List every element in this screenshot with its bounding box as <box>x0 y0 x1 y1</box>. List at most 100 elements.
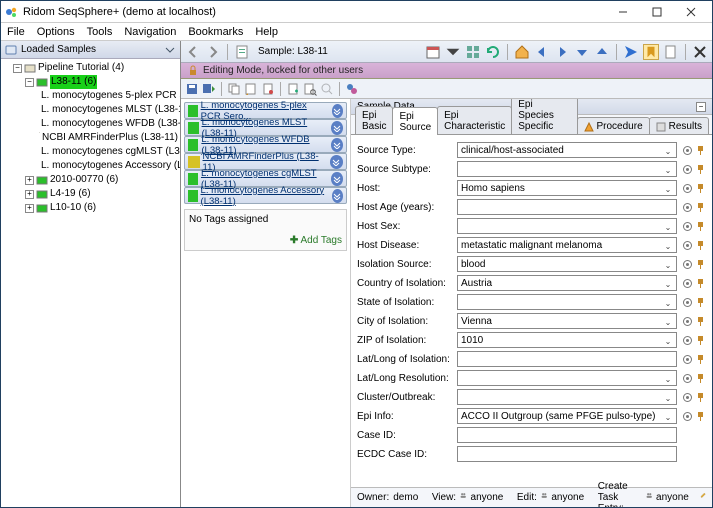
gear-icon[interactable] <box>682 354 693 365</box>
gear-icon[interactable] <box>682 278 693 289</box>
pencil-icon[interactable] <box>700 492 706 504</box>
tree-child[interactable]: L. monocytogenes MLST (L38-11) <box>3 103 178 117</box>
dropdown-icon[interactable] <box>445 44 461 60</box>
gear-icon[interactable] <box>682 164 693 175</box>
field-input[interactable]: ⌄ <box>457 389 677 405</box>
tree-sibling[interactable]: +L10-10 (6) <box>3 201 178 215</box>
back-icon[interactable] <box>185 44 201 60</box>
calendar-icon[interactable] <box>425 44 441 60</box>
chevron-down-icon[interactable]: ⌄ <box>662 183 674 195</box>
new-doc-icon[interactable] <box>286 82 300 96</box>
pin-icon[interactable] <box>695 297 706 308</box>
menu-help[interactable]: Help <box>253 26 280 38</box>
chevron-down-icon[interactable]: ⌄ <box>662 164 674 176</box>
gear-icon[interactable] <box>682 392 693 403</box>
grid-icon[interactable] <box>465 44 481 60</box>
save-next-icon[interactable] <box>202 82 216 96</box>
menu-file[interactable]: File <box>5 26 27 38</box>
expander-icon[interactable]: + <box>25 204 34 213</box>
send-icon[interactable] <box>623 44 639 60</box>
tab-epi-basic[interactable]: Epi Basic <box>355 106 393 134</box>
field-input[interactable]: blood⌄ <box>457 256 677 272</box>
field-input[interactable] <box>457 199 677 215</box>
chevron-down-icon[interactable]: ⌄ <box>662 278 674 290</box>
expander-icon[interactable]: − <box>25 78 34 87</box>
gear-icon[interactable] <box>682 259 693 270</box>
chevron-down-icon[interactable]: ⌄ <box>662 221 674 233</box>
field-input[interactable] <box>457 351 677 367</box>
gear-icon[interactable] <box>682 297 693 308</box>
search-doc-icon[interactable] <box>303 82 317 96</box>
tab-epi-characteristic[interactable]: Epi Characteristic <box>437 106 512 134</box>
pin-icon[interactable] <box>695 240 706 251</box>
sample-tree[interactable]: −Pipeline Tutorial (4)−L38-11 (6)L. mono… <box>1 59 180 507</box>
home-icon[interactable] <box>514 44 530 60</box>
tab-results[interactable]: Results <box>649 117 709 134</box>
nav-down-icon[interactable] <box>574 44 590 60</box>
tree-child[interactable]: L. monocytogenes cgMLST (L38-11) <box>3 145 178 159</box>
pin-icon[interactable] <box>695 183 706 194</box>
gear-icon[interactable] <box>682 335 693 346</box>
chevron-down-icon[interactable]: ⌄ <box>662 392 674 404</box>
pin-icon[interactable] <box>695 392 706 403</box>
search-icon[interactable] <box>320 82 334 96</box>
chevron-down-icon[interactable] <box>331 172 343 186</box>
gear-icon[interactable] <box>682 316 693 327</box>
field-input[interactable]: Austria⌄ <box>457 275 677 291</box>
chevron-down-icon[interactable] <box>332 189 343 203</box>
pin-icon[interactable] <box>695 411 706 422</box>
field-input[interactable]: ACCO II Outgroup (same PFGE pulso-type)⌄ <box>457 408 677 424</box>
field-input[interactable]: Homo sapiens⌄ <box>457 180 677 196</box>
gear-icon[interactable] <box>682 221 693 232</box>
menu-bookmarks[interactable]: Bookmarks <box>186 26 245 38</box>
pin-icon[interactable] <box>695 354 706 365</box>
collapse-icon[interactable]: − <box>696 102 706 112</box>
pin-icon[interactable] <box>695 278 706 289</box>
pin-icon[interactable] <box>695 221 706 232</box>
pin-icon[interactable] <box>695 316 706 327</box>
edit-icon[interactable] <box>244 82 258 96</box>
field-input[interactable]: metastatic malignant melanoma⌄ <box>457 237 677 253</box>
menu-navigation[interactable]: Navigation <box>122 26 178 38</box>
tree-sibling[interactable]: +L4-19 (6) <box>3 187 178 201</box>
pin-icon[interactable] <box>695 259 706 270</box>
nav-up-icon[interactable] <box>594 44 610 60</box>
tree-root[interactable]: −Pipeline Tutorial (4) <box>3 61 178 75</box>
tree-child[interactable]: L. monocytogenes Accessory (L38-1 <box>3 159 178 173</box>
menu-options[interactable]: Options <box>35 26 77 38</box>
tree-child[interactable]: NCBI AMRFinderPlus (L38-11) <box>3 131 178 145</box>
chevron-down-icon[interactable]: ⌄ <box>662 240 674 252</box>
gear-icon[interactable] <box>682 240 693 251</box>
expander-icon[interactable]: + <box>25 176 34 185</box>
copy-icon[interactable] <box>227 82 241 96</box>
tab-procedure[interactable]: Procedure <box>577 117 650 134</box>
nav-right-icon[interactable] <box>554 44 570 60</box>
tree-child[interactable]: L. monocytogenes 5-plex PCR Sero <box>3 89 178 103</box>
refresh-icon[interactable] <box>485 44 501 60</box>
pin-icon[interactable] <box>695 335 706 346</box>
chevron-down-icon[interactable] <box>331 121 343 135</box>
gear-icon[interactable] <box>682 183 693 194</box>
field-input[interactable]: ⌄ <box>457 294 677 310</box>
pin-icon[interactable] <box>695 164 706 175</box>
field-input[interactable]: ⌄ <box>457 161 677 177</box>
chevron-down-icon[interactable]: ⌄ <box>662 316 674 328</box>
chevron-down-icon[interactable]: ⌄ <box>662 411 674 423</box>
chevron-down-icon[interactable]: ⌄ <box>662 145 674 157</box>
expander-icon[interactable]: + <box>25 190 34 199</box>
field-input[interactable]: Vienna⌄ <box>457 313 677 329</box>
pin-icon[interactable] <box>695 373 706 384</box>
gear-icon[interactable] <box>682 202 693 213</box>
nav-left-icon[interactable] <box>534 44 550 60</box>
analysis-icon[interactable] <box>345 82 359 96</box>
expander-icon[interactable]: − <box>13 64 22 73</box>
chevron-down-icon[interactable] <box>332 104 343 118</box>
menu-tools[interactable]: Tools <box>85 26 115 38</box>
add-tags-button[interactable]: ✚ Add Tags <box>189 235 342 246</box>
chevron-down-icon[interactable]: ⌄ <box>662 373 674 385</box>
chevron-down-icon[interactable]: ⌄ <box>662 297 674 309</box>
gear-icon[interactable] <box>682 145 693 156</box>
pin-icon[interactable] <box>695 145 706 156</box>
scheme-button[interactable]: L. monocytogenes Accessory (L38-11) <box>184 187 347 204</box>
field-input[interactable]: ⌄ <box>457 218 677 234</box>
